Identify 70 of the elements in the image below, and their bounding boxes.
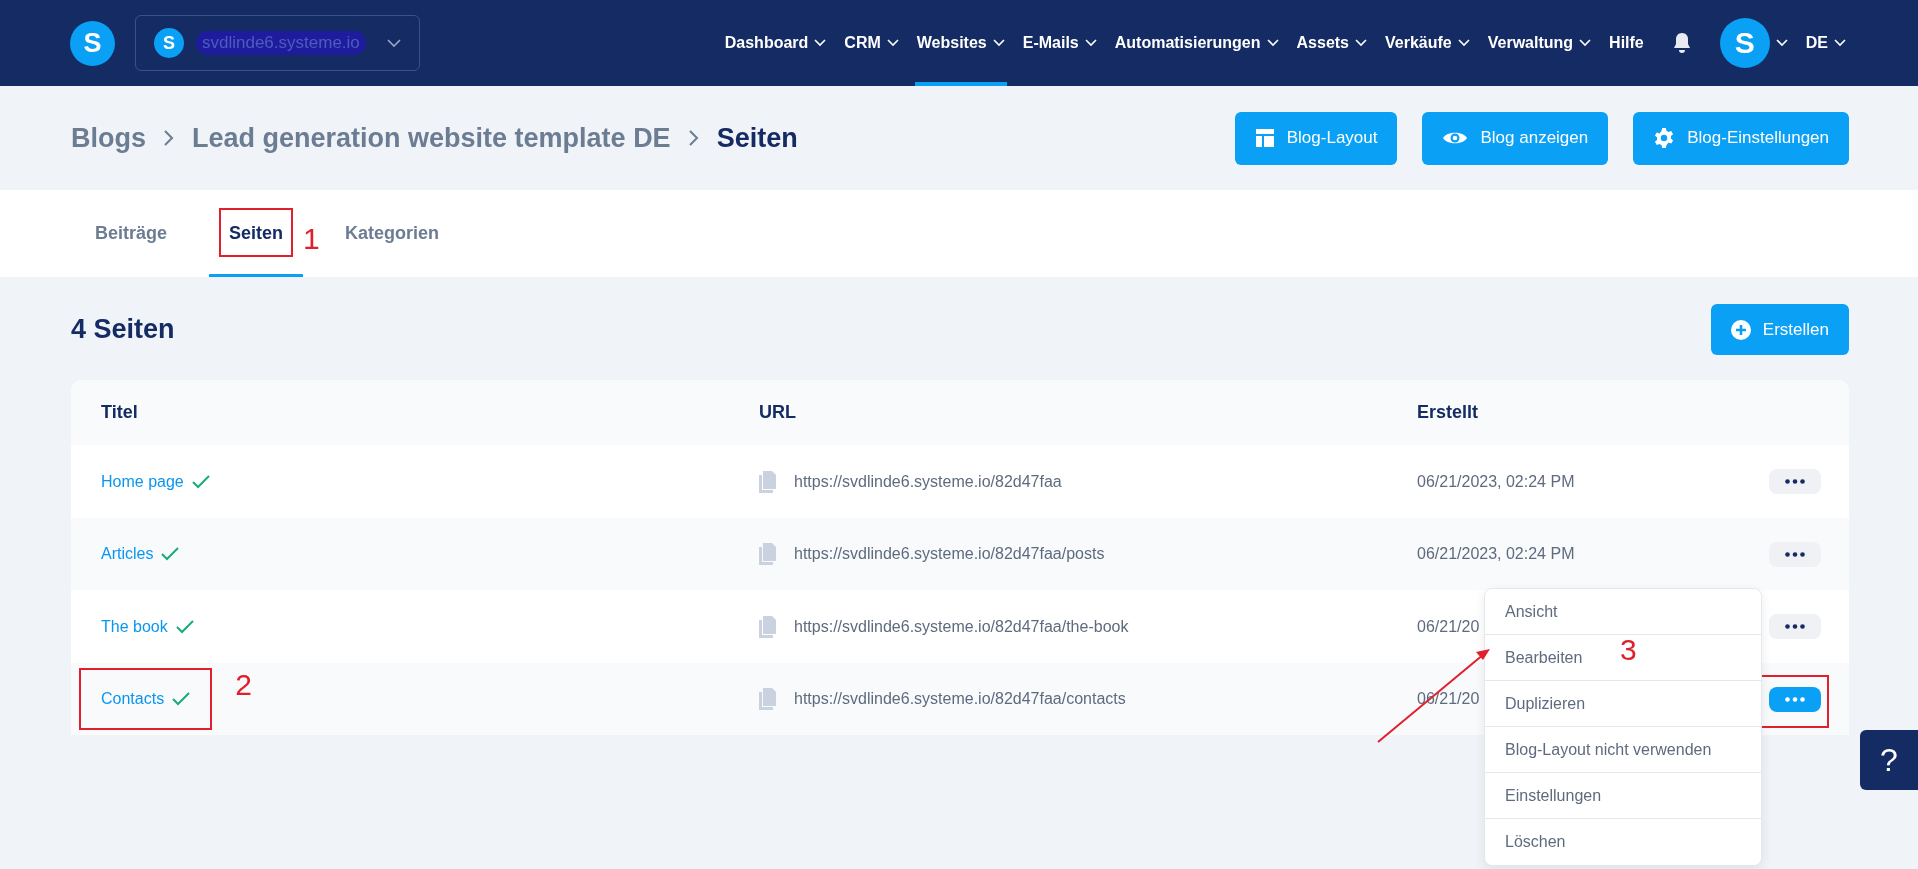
dots-icon: [1785, 551, 1805, 557]
page-title-link[interactable]: Articles: [101, 545, 180, 563]
annotation-number: 2: [235, 668, 252, 702]
breadcrumb-item: Seiten: [716, 122, 798, 154]
copy-icon[interactable]: [759, 470, 776, 493]
nav-item[interactable]: Verkäufe: [1383, 0, 1472, 86]
tab[interactable]: Kategorien: [325, 190, 460, 277]
nav-item[interactable]: Hilfe: [1607, 0, 1646, 86]
copy-icon[interactable]: [759, 688, 776, 710]
page-title-link[interactable]: The book: [101, 617, 194, 636]
more-options-button[interactable]: [1769, 614, 1821, 639]
annotation-number: 3: [1620, 633, 1637, 667]
nav-item[interactable]: E-Mails: [1020, 0, 1099, 86]
copy-icon[interactable]: [759, 615, 776, 638]
page-url: https://svdlinde6.systeme.io/82d47faa: [794, 472, 1062, 491]
layout-icon: [1254, 128, 1275, 148]
page-title-link[interactable]: Home page: [101, 472, 210, 491]
workspace-name: svdlinde6.systeme.io: [196, 31, 366, 55]
header-button[interactable]: Blog-Einstellungen: [1633, 111, 1849, 165]
chevron-down-icon: [1834, 39, 1846, 47]
bell-icon[interactable]: [1671, 32, 1692, 54]
created-date: 06/21/20: [1417, 617, 1480, 636]
page-title-link[interactable]: Contacts: [101, 690, 191, 708]
header-button[interactable]: Blog anzeigen: [1422, 111, 1609, 165]
chevron-right-icon: [162, 129, 176, 147]
menu-item[interactable]: Duplizieren: [1485, 681, 1761, 727]
annotation-number: 1: [303, 222, 320, 256]
header-button[interactable]: Blog-Layout: [1234, 111, 1398, 165]
account-menu[interactable]: S: [1717, 0, 1790, 86]
dots-icon: [1785, 696, 1805, 702]
chevron-down-icon: [387, 38, 401, 48]
language-selector[interactable]: DE: [1803, 0, 1848, 86]
plus-circle-icon: [1730, 319, 1751, 340]
menu-item[interactable]: Ansicht: [1485, 589, 1761, 635]
chevron-right-icon: [686, 129, 701, 147]
page-url: https://svdlinde6.systeme.io/82d47faa/posts: [794, 545, 1105, 563]
column-header: URL: [759, 402, 797, 423]
create-button[interactable]: Erstellen: [1710, 304, 1849, 355]
avatar: S: [1719, 18, 1770, 68]
nav-item[interactable]: Websites: [914, 0, 1007, 86]
copy-icon[interactable]: [759, 543, 776, 565]
tab[interactable]: Beiträge: [75, 190, 188, 277]
column-header: Erstellt: [1417, 402, 1480, 423]
chevron-down-icon: [1775, 39, 1788, 47]
menu-item[interactable]: Löschen: [1485, 819, 1761, 865]
created-date: 06/21/2023, 02:24 PM: [1417, 472, 1575, 491]
nav-item[interactable]: Assets: [1294, 0, 1369, 86]
more-options-button[interactable]: [1769, 541, 1821, 567]
nav-item[interactable]: Automatisierungen: [1112, 0, 1281, 86]
dots-icon: [1785, 624, 1805, 629]
logo[interactable]: S: [70, 20, 115, 66]
created-date: 06/21/2023, 02:24 PM: [1417, 545, 1575, 563]
dots-icon: [1785, 479, 1805, 484]
tab[interactable]: Seiten: [209, 190, 304, 277]
menu-item[interactable]: Einstellungen: [1485, 773, 1761, 819]
nav-item[interactable]: CRM: [842, 0, 901, 86]
column-header: Titel: [101, 402, 139, 423]
gear-icon: [1653, 127, 1676, 149]
workspace-selector[interactable]: S svdlinde6.systeme.io: [135, 15, 420, 71]
nav-item[interactable]: Verwaltung: [1485, 0, 1594, 86]
breadcrumb-item[interactable]: Blogs: [71, 122, 146, 154]
breadcrumb-item[interactable]: Lead generation website template DE: [192, 122, 671, 154]
page-count-title: 4 Seiten: [71, 314, 175, 345]
nav-item[interactable]: Dashboard: [722, 0, 829, 86]
help-button[interactable]: ?: [1860, 730, 1918, 790]
more-options-button[interactable]: [1769, 469, 1821, 494]
menu-item[interactable]: Blog-Layout nicht verwenden: [1485, 727, 1761, 773]
page-url: https://svdlinde6.systeme.io/82d47faa/contacts: [794, 690, 1126, 708]
page-url: https://svdlinde6.systeme.io/82d47faa/the-book: [794, 617, 1129, 636]
workspace-logo: S: [154, 28, 184, 58]
